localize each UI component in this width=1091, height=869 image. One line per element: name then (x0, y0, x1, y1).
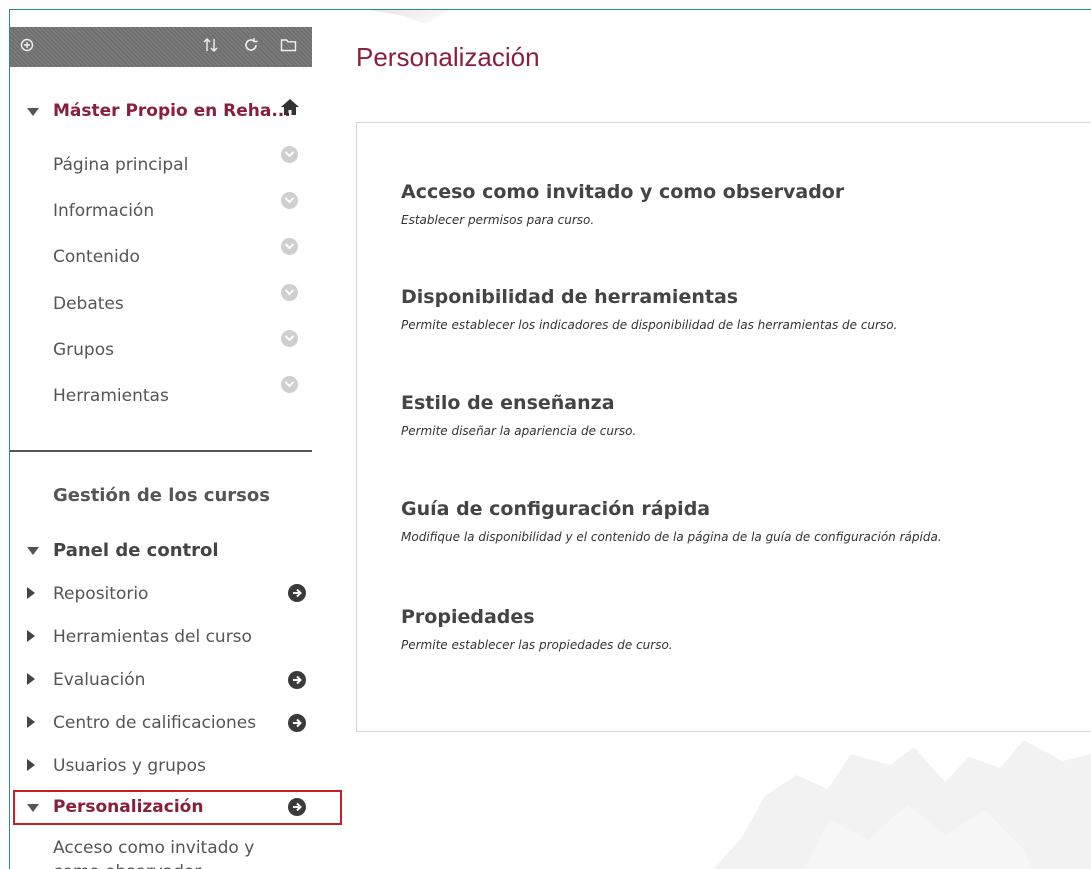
sort-icon[interactable] (202, 37, 220, 58)
expand-triangle-icon[interactable] (27, 547, 39, 555)
entry-title-link[interactable]: Estilo de enseñanza (401, 392, 636, 414)
sub-item-acceso-invitado[interactable]: Acceso como invitado y como observador (53, 836, 293, 869)
refresh-icon[interactable] (243, 37, 259, 58)
entry-guia-configuracion[interactable]: Guía de configuración rápida Modifique l… (401, 498, 942, 544)
course-menu-sidebar: Máster Propio en Reha... Página principa… (10, 10, 312, 869)
sidebar-divider (10, 450, 312, 452)
app-frame: Máster Propio en Reha... Página principa… (9, 9, 1091, 869)
course-title[interactable]: Máster Propio en Reha... (53, 101, 291, 121)
entry-description: Permite establecer los indicadores de di… (401, 318, 898, 332)
entry-description: Permite establecer las propiedades de cu… (401, 638, 673, 652)
expand-triangle-icon[interactable] (27, 716, 35, 728)
selected-item-label[interactable]: Personalización (53, 797, 203, 817)
chevron-down-icon[interactable] (281, 284, 298, 301)
expand-triangle-icon[interactable] (27, 630, 35, 642)
control-panel-title[interactable]: Panel de control (53, 540, 219, 561)
course-management-title: Gestión de los cursos (53, 485, 270, 506)
entry-description: Establecer permisos para curso. (401, 213, 595, 227)
sidebar-item-label[interactable]: Grupos (53, 340, 114, 360)
entry-title-link[interactable]: Guía de configuración rápida (401, 498, 942, 520)
entry-propiedades[interactable]: Propiedades Permite establecer las propi… (401, 606, 673, 652)
expand-triangle-icon[interactable] (27, 804, 39, 812)
entry-estilo-ensenanza[interactable]: Estilo de enseñanza Permite diseñar la a… (401, 392, 636, 438)
expand-triangle-icon[interactable] (27, 759, 35, 771)
expand-triangle-icon[interactable] (27, 673, 35, 685)
sidebar-item-label[interactable]: Página principal (53, 155, 188, 175)
sidebar-toolbar (10, 27, 312, 67)
sidebar-item-label[interactable]: Información (53, 201, 154, 221)
chevron-down-icon[interactable] (281, 238, 298, 255)
entry-acceso-invitado[interactable]: Acceso como invitado y como observador E… (401, 181, 844, 227)
entry-title-link[interactable]: Propiedades (401, 606, 673, 628)
control-item-label[interactable]: Centro de calificaciones (53, 713, 256, 733)
control-item-label[interactable]: Usuarios y grupos (53, 756, 206, 776)
sidebar-item-label[interactable]: Debates (53, 294, 124, 314)
customization-panel: Acceso como invitado y como observador E… (356, 122, 1091, 732)
arrow-right-icon[interactable] (288, 798, 306, 816)
arrow-right-icon[interactable] (288, 671, 306, 689)
control-item-label[interactable]: Evaluación (53, 670, 145, 690)
entry-description: Modifique la disponibilidad y el conteni… (401, 530, 942, 544)
control-item-label[interactable]: Repositorio (53, 584, 148, 604)
page-title: Personalización (356, 42, 540, 72)
home-icon[interactable] (280, 98, 300, 118)
chevron-down-icon[interactable] (281, 330, 298, 347)
course-title-row[interactable]: Máster Propio en Reha... (10, 98, 312, 128)
add-circle-icon[interactable] (20, 37, 34, 57)
expand-triangle-icon[interactable] (27, 108, 39, 116)
entry-disponibilidad-herramientas[interactable]: Disponibilidad de herramientas Permite e… (401, 286, 897, 332)
chevron-down-icon[interactable] (281, 192, 298, 209)
chevron-down-icon[interactable] (281, 376, 298, 393)
folder-icon[interactable] (280, 37, 297, 57)
arrow-right-icon[interactable] (288, 714, 306, 732)
watermark-top (370, 10, 450, 24)
sidebar-item-label[interactable]: Herramientas (53, 386, 169, 406)
expand-triangle-icon[interactable] (27, 587, 35, 599)
arrow-right-icon[interactable] (288, 584, 306, 602)
sidebar-item-label[interactable]: Contenido (53, 247, 140, 267)
control-item-label[interactable]: Herramientas del curso (53, 627, 252, 647)
entry-title-link[interactable]: Disponibilidad de herramientas (401, 286, 897, 308)
entry-title-link[interactable]: Acceso como invitado y como observador (401, 181, 844, 203)
entry-description: Permite diseñar la apariencia de curso. (401, 424, 637, 438)
chevron-down-icon[interactable] (281, 146, 298, 163)
